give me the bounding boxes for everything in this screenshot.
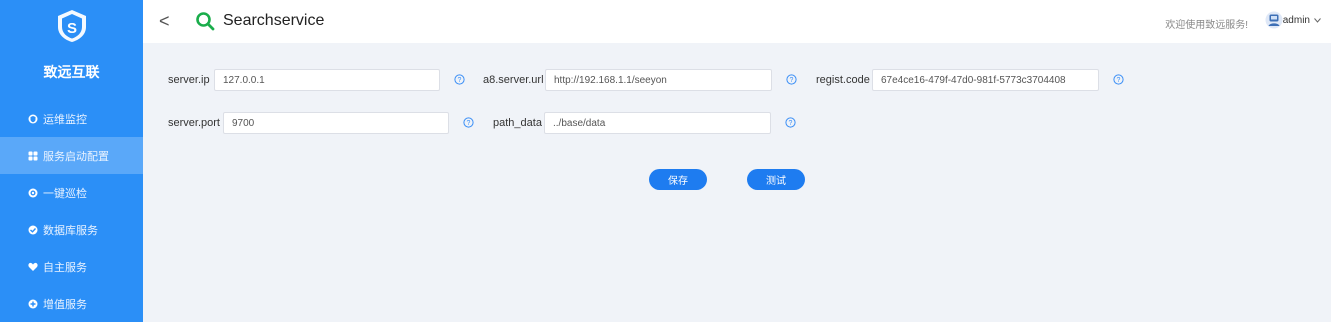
svg-text:?: ? bbox=[458, 77, 462, 84]
target-icon bbox=[28, 188, 38, 198]
logo-icon: S bbox=[57, 10, 86, 42]
sidebar-item-label: 一键巡检 bbox=[43, 187, 87, 200]
help-icon[interactable]: ? bbox=[454, 74, 465, 85]
save-button[interactable]: 保存 bbox=[649, 169, 707, 190]
server-ip-label: server.ip bbox=[168, 74, 210, 86]
path-data-input[interactable] bbox=[544, 112, 771, 134]
heart-icon bbox=[28, 262, 38, 272]
plus-icon bbox=[28, 299, 38, 309]
database-icon bbox=[28, 225, 38, 235]
sidebar-item-one-click-inspect[interactable]: 一键巡检 bbox=[0, 174, 143, 211]
sidebar-item-label: 增值服务 bbox=[43, 298, 87, 311]
svg-text:?: ? bbox=[1117, 77, 1121, 84]
help-icon[interactable]: ? bbox=[785, 117, 796, 128]
server-port-label: server.port bbox=[168, 117, 220, 129]
sidebar-item-label: 自主服务 bbox=[43, 261, 87, 274]
chevron-down-icon bbox=[1314, 18, 1321, 23]
test-button[interactable]: 测试 bbox=[747, 169, 805, 190]
header: < Searchservice 欢迎使用致远服务! admin bbox=[143, 0, 1331, 43]
shield-icon bbox=[28, 114, 38, 124]
svg-text:?: ? bbox=[467, 120, 471, 127]
svg-text:S: S bbox=[66, 20, 76, 37]
back-button[interactable]: < bbox=[159, 10, 170, 32]
path-data-label: path_data bbox=[493, 117, 542, 129]
sidebar-item-ops-monitor[interactable]: 运维监控 bbox=[0, 100, 143, 137]
search-icon bbox=[196, 12, 215, 31]
help-icon[interactable]: ? bbox=[463, 117, 474, 128]
sidebar-item-service-config[interactable]: 服务启动配置 bbox=[0, 137, 143, 174]
username: admin bbox=[1282, 15, 1310, 26]
sidebar-item-label: 数据库服务 bbox=[43, 224, 98, 237]
sidebar-nav: 运维监控 服务启动配置 一键巡检 数据库服务 自主服务 增值服务 bbox=[0, 100, 143, 322]
sidebar-item-value-added-service[interactable]: 增值服务 bbox=[0, 285, 143, 322]
sidebar-item-label: 运维监控 bbox=[43, 113, 87, 126]
avatar-icon bbox=[1265, 11, 1283, 29]
a8-server-url-input[interactable] bbox=[545, 69, 772, 91]
user-menu[interactable]: admin bbox=[1283, 15, 1321, 26]
a8-server-url-label: a8.server.url bbox=[483, 74, 544, 86]
svg-text:?: ? bbox=[789, 120, 793, 127]
help-icon[interactable]: ? bbox=[1113, 74, 1124, 85]
welcome-text: 欢迎使用致远服务! bbox=[1165, 20, 1248, 31]
sidebar: S 致远互联 运维监控 服务启动配置 一键巡检 数据库服务 自主服务 增值服务 bbox=[0, 0, 143, 322]
brand-name: 致远互联 bbox=[43, 64, 100, 80]
regist-code-input[interactable] bbox=[872, 69, 1099, 91]
logo: S bbox=[0, 8, 143, 49]
sidebar-item-self-service[interactable]: 自主服务 bbox=[0, 248, 143, 285]
page-title: Searchservice bbox=[223, 12, 325, 29]
server-port-input[interactable] bbox=[223, 112, 449, 134]
sidebar-item-database-service[interactable]: 数据库服务 bbox=[0, 211, 143, 248]
svg-text:?: ? bbox=[790, 77, 794, 84]
grid-icon bbox=[28, 151, 38, 161]
help-icon[interactable]: ? bbox=[786, 74, 797, 85]
regist-code-label: regist.code bbox=[816, 74, 870, 86]
sidebar-item-label: 服务启动配置 bbox=[43, 150, 109, 163]
server-ip-input[interactable] bbox=[214, 69, 440, 91]
